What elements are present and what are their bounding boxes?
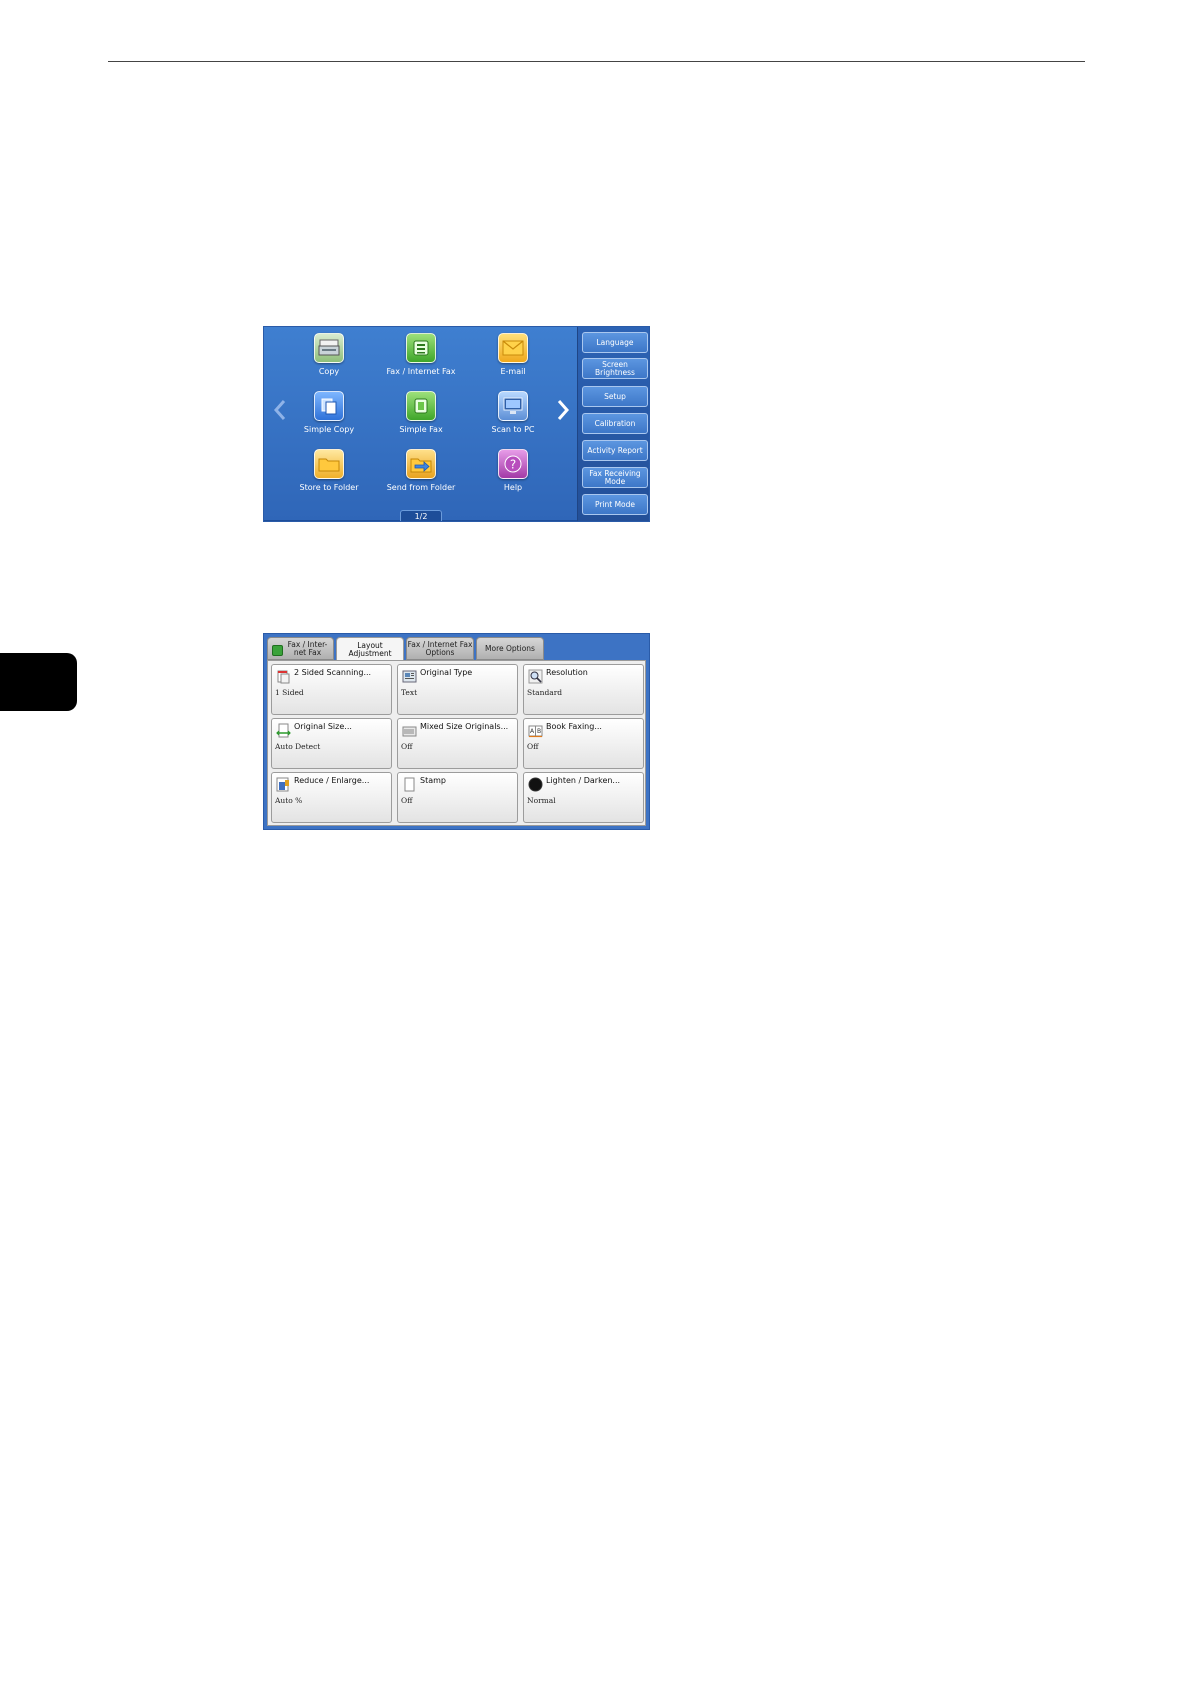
screen-brightness-button[interactable]: Screen Brightness [582,358,648,379]
feature-value: Off [401,742,413,751]
device-side-panel: Language Screen Brightness Setup Calibra… [577,327,649,521]
feature-title: Book Faxing... [546,722,602,731]
app-label: E-mail [500,367,526,376]
scan-to-pc-icon [498,391,528,421]
check-icon [272,645,283,656]
feature-title: Lighten / Darken... [546,776,621,785]
features-panel: 2 Sided Scanning... 1 Sided Original Typ… [267,660,646,826]
tab-more-options[interactable]: More Options [476,637,544,660]
stamp-button[interactable]: Stamp Off [397,772,518,823]
reduce-enlarge-icon [276,777,289,792]
mixed-size-originals-button[interactable]: Mixed Size Originals... Off [397,718,518,769]
svg-text:B: B [537,728,541,735]
services-area: Copy Fax / Internet Fax E-mail Simple Co… [264,327,577,521]
feature-value: Off [527,742,539,751]
feature-title: Resolution [546,668,588,677]
tab-label: More Options [485,643,535,653]
feature-value: Off [401,796,413,805]
fax-receiving-mode-button[interactable]: Fax Receiving Mode [582,467,648,488]
mixed-size-originals-icon [402,726,417,737]
chapter-tab [0,653,77,711]
feature-title: Original Type [420,668,473,677]
calibration-button[interactable]: Calibration [582,413,648,434]
original-type-button[interactable]: Original Type Text [397,664,518,715]
layout-adjustment-screen: Fax / Inter-net Fax Layout Adjustment Fa… [263,633,650,830]
tab-fax-internet-fax[interactable]: Fax / Inter-net Fax [267,637,334,660]
language-button[interactable]: Language [582,332,648,353]
tab-label: Fax / Inter-net Fax [287,639,328,657]
help-button[interactable]: ? Help [467,443,559,495]
folder-icon [314,449,344,479]
lighten-darken-button[interactable]: Lighten / Darken... Normal [523,772,644,823]
copy-icon [314,333,344,363]
feature-title: 2 Sided Scanning... [294,668,372,677]
email-button[interactable]: E-mail [467,327,559,379]
setup-button[interactable]: Setup [582,386,648,407]
feature-title: Mixed Size Originals... [420,722,509,731]
simple-copy-icon [314,391,344,421]
print-mode-button[interactable]: Print Mode [582,494,648,515]
feature-value: Normal [527,796,556,805]
simple-fax-icon [406,391,436,421]
app-label: Copy [318,367,340,376]
page-indicator: 1/2 [400,510,442,521]
email-icon [498,333,528,363]
svg-text:?: ? [510,458,516,472]
two-sided-scanning-button[interactable]: 2 Sided Scanning... 1 Sided [271,664,392,715]
app-label: Fax / Internet Fax [386,367,456,376]
send-from-folder-button[interactable]: Send from Folder [375,443,467,495]
feature-value: Text [401,688,418,697]
app-label: Scan to PC [491,425,535,434]
home-screen: Copy Fax / Internet Fax E-mail Simple Co… [263,326,650,522]
resolution-icon [528,669,543,684]
feature-title: Stamp [420,776,446,785]
app-label: Simple Fax [399,425,443,434]
simple-copy-button[interactable]: Simple Copy [283,385,375,437]
feature-title: Reduce / Enlarge... [294,776,370,785]
book-faxing-button[interactable]: AB Book Faxing... Off [523,718,644,769]
stamp-icon [404,777,415,792]
scan-to-pc-button[interactable]: Scan to PC [467,385,559,437]
app-label: Simple Copy [303,425,355,434]
copy-button[interactable]: Copy [283,327,375,379]
original-type-icon [402,670,417,683]
tab-label: Layout Adjustment [348,640,392,658]
feature-value: Standard [527,688,563,697]
tab-layout-adjustment[interactable]: Layout Adjustment [336,637,404,661]
help-icon: ? [498,449,528,479]
book-faxing-icon: AB [528,725,543,738]
two-sided-scanning-icon [277,670,290,684]
simple-fax-button[interactable]: Simple Fax [375,385,467,437]
fax-internet-fax-button[interactable]: Fax / Internet Fax [375,327,467,379]
tab-label: Fax / Internet Fax Options [407,639,473,657]
store-to-folder-button[interactable]: Store to Folder [283,443,375,495]
activity-report-button[interactable]: Activity Report [582,440,648,461]
feature-title: Original Size... [294,722,352,731]
fax-icon [406,333,436,363]
tab-fax-internet-fax-options[interactable]: Fax / Internet Fax Options [406,637,474,660]
original-size-icon [276,723,291,738]
app-label: Help [503,483,523,492]
feature-value: Auto % [275,796,303,805]
feature-value: Auto Detect [275,742,321,751]
app-label: Send from Folder [386,483,456,492]
feature-value: 1 Sided [275,688,304,697]
lighten-darken-icon [528,777,543,792]
reduce-enlarge-button[interactable]: Reduce / Enlarge... Auto % [271,772,392,823]
send-from-folder-icon [406,449,436,479]
original-size-button[interactable]: Original Size... Auto Detect [271,718,392,769]
app-label: Store to Folder [299,483,359,492]
header-rule [108,61,1085,62]
resolution-button[interactable]: Resolution Standard [523,664,644,715]
